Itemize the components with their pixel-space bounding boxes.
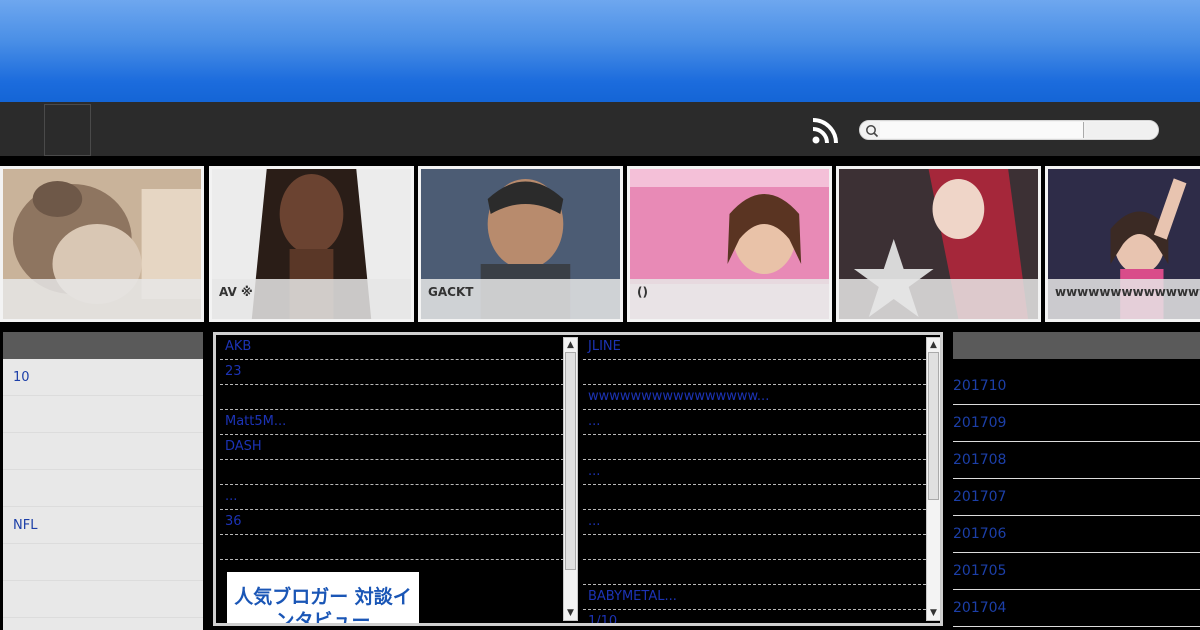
article-link[interactable]: JLINE bbox=[583, 335, 926, 360]
featured-tile[interactable] bbox=[836, 166, 1041, 322]
article-link[interactable] bbox=[583, 435, 926, 460]
category-link[interactable] bbox=[3, 433, 203, 470]
scroll-thumb[interactable] bbox=[928, 352, 939, 500]
scroll-up-icon[interactable]: ▲ bbox=[566, 341, 575, 350]
archive-link[interactable]: 201708 bbox=[953, 442, 1200, 479]
search-box bbox=[859, 120, 1159, 140]
featured-caption: wwwwwwwwwwwwwww bbox=[1048, 279, 1200, 319]
article-link[interactable]: ... bbox=[220, 485, 564, 510]
site-header bbox=[0, 0, 1200, 102]
featured-tile[interactable]: () bbox=[627, 166, 832, 322]
scroll-thumb[interactable] bbox=[565, 352, 576, 570]
article-link[interactable]: BABYMETAL... bbox=[583, 585, 926, 610]
article-lists: AKB 23 Matt5M... DASH ... 36 人気ブロガー 対談イン… bbox=[213, 332, 943, 626]
rss-icon[interactable] bbox=[812, 116, 840, 144]
article-link[interactable]: 23 bbox=[220, 360, 564, 385]
featured-tile[interactable]: AV ※ bbox=[209, 166, 414, 322]
article-list-left[interactable]: AKB 23 Matt5M... DASH ... 36 人気ブロガー 対談イン… bbox=[220, 335, 564, 623]
article-link[interactable]: ... bbox=[583, 460, 926, 485]
category-link[interactable] bbox=[3, 470, 203, 507]
scrollbar-right[interactable]: ▲ ▼ bbox=[926, 337, 941, 621]
nav-menu-button[interactable] bbox=[44, 104, 91, 156]
archive-link[interactable]: 201707 bbox=[953, 479, 1200, 516]
featured-caption: AV ※ bbox=[212, 279, 411, 319]
left-sidebar: 10 NFL bbox=[3, 332, 203, 630]
search-icon bbox=[866, 125, 879, 138]
article-link[interactable]: AKB bbox=[220, 335, 564, 360]
featured-caption bbox=[3, 279, 201, 319]
category-link[interactable] bbox=[3, 396, 203, 433]
archive-link[interactable]: 201705 bbox=[953, 553, 1200, 590]
search-input[interactable] bbox=[880, 122, 1084, 138]
scrollbar-left[interactable]: ▲ ▼ bbox=[563, 337, 578, 621]
category-link[interactable] bbox=[3, 544, 203, 581]
scroll-down-icon[interactable]: ▼ bbox=[929, 609, 938, 618]
article-link[interactable]: Matt5M... bbox=[220, 410, 564, 435]
article-link[interactable] bbox=[583, 360, 926, 385]
category-link[interactable]: 10 bbox=[3, 359, 203, 396]
featured-caption: () bbox=[630, 279, 829, 319]
article-link[interactable] bbox=[220, 460, 564, 485]
scroll-up-icon[interactable]: ▲ bbox=[929, 341, 938, 350]
category-link[interactable]: NFL bbox=[3, 507, 203, 544]
featured-strip: AV ※ GACKT () wwwwwwwwwwwww bbox=[0, 166, 1200, 322]
article-link[interactable]: 1/10 bbox=[583, 610, 926, 623]
right-sidebar: 201710 201709 201708 201707 201706 20170… bbox=[953, 332, 1200, 630]
archive-link[interactable]: 201710 bbox=[953, 368, 1200, 405]
archive-link[interactable]: 201709 bbox=[953, 405, 1200, 442]
article-link[interactable]: ... bbox=[583, 510, 926, 535]
article-link[interactable]: wwwwwwwwwwwwwwww... bbox=[583, 385, 926, 410]
category-link[interactable] bbox=[3, 581, 203, 618]
article-link[interactable] bbox=[220, 535, 564, 560]
article-link[interactable]: DASH bbox=[220, 435, 564, 460]
left-sidebar-heading bbox=[3, 332, 203, 359]
blogger-interview-banner[interactable]: 人気ブロガー 対談インタビュー bbox=[227, 572, 419, 623]
right-sidebar-heading bbox=[953, 332, 1200, 359]
featured-caption bbox=[839, 279, 1038, 319]
article-link[interactable] bbox=[220, 385, 564, 410]
scroll-down-icon[interactable]: ▼ bbox=[566, 609, 575, 618]
search-button[interactable] bbox=[1086, 122, 1156, 138]
article-link[interactable]: 36 bbox=[220, 510, 564, 535]
archive-link[interactable]: 201706 bbox=[953, 516, 1200, 553]
featured-tile[interactable] bbox=[0, 166, 204, 322]
featured-tile[interactable]: GACKT bbox=[418, 166, 623, 322]
featured-tile[interactable]: wwwwwwwwwwwwwww bbox=[1045, 166, 1200, 322]
article-link[interactable] bbox=[583, 485, 926, 510]
article-list-right[interactable]: JLINE wwwwwwwwwwwwwwww... ... ... ... BA… bbox=[583, 335, 926, 623]
article-link[interactable] bbox=[583, 560, 926, 585]
article-link[interactable] bbox=[583, 535, 926, 560]
archive-link[interactable]: 201704 bbox=[953, 590, 1200, 627]
featured-caption: GACKT bbox=[421, 279, 620, 319]
article-link[interactable]: ... bbox=[583, 410, 926, 435]
